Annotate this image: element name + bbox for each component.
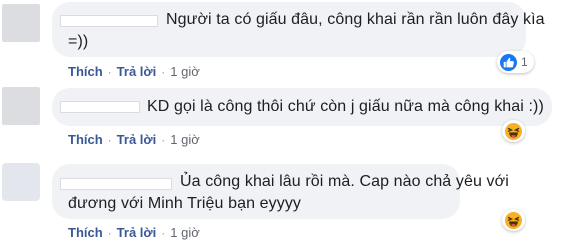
- like-link[interactable]: Thích: [68, 132, 103, 147]
- comment-timestamp[interactable]: 1 giờ: [170, 64, 200, 79]
- reply-link[interactable]: Trả lời: [117, 132, 157, 147]
- haha-icon: [505, 122, 522, 140]
- comment-text-line: Người ta có giấu đâu, công khai rần rần …: [166, 11, 545, 28]
- avatar[interactable]: [2, 163, 40, 201]
- haha-icon: [505, 211, 522, 229]
- reply-link[interactable]: Trả lời: [117, 225, 157, 240]
- reply-link[interactable]: Trả lời: [117, 64, 157, 79]
- like-icon: [500, 53, 517, 71]
- separator-dot: ·: [161, 225, 166, 240]
- comment-text-line: =)): [68, 33, 89, 50]
- reaction-summary[interactable]: [502, 209, 525, 231]
- comment-text-line: Ủa công khai lâu rồi mà. Cap nào chả yêu…: [180, 173, 509, 190]
- separator-dot: ·: [161, 64, 166, 79]
- reaction-summary[interactable]: [502, 120, 525, 142]
- avatar[interactable]: [2, 4, 40, 42]
- separator-dot: ·: [161, 132, 166, 147]
- comment-text-line: KD gọi là công thôi chứ còn j giấu nữa m…: [147, 98, 544, 115]
- redacted-author-name[interactable]: [60, 101, 140, 113]
- avatar[interactable]: [2, 87, 40, 125]
- comment-text-line: đương với Minh Triệu bạn eyyyy: [68, 195, 302, 212]
- separator-dot: ·: [107, 132, 112, 147]
- separator-dot: ·: [107, 225, 112, 240]
- comment-actions: Thích · Trả lời · 1 giờ: [68, 225, 200, 240]
- comment-actions: Thích · Trả lời · 1 giờ: [68, 64, 200, 79]
- comment-timestamp[interactable]: 1 giờ: [170, 225, 200, 240]
- redacted-author-name[interactable]: [60, 178, 172, 190]
- separator-dot: ·: [107, 64, 112, 79]
- like-link[interactable]: Thích: [68, 64, 103, 79]
- redacted-author-name[interactable]: [60, 15, 158, 27]
- reaction-summary[interactable]: 1: [497, 51, 534, 73]
- reaction-count: 1: [521, 55, 528, 69]
- comment-actions: Thích · Trả lời · 1 giờ: [68, 132, 200, 147]
- like-link[interactable]: Thích: [68, 225, 103, 240]
- comment-timestamp[interactable]: 1 giờ: [170, 132, 200, 147]
